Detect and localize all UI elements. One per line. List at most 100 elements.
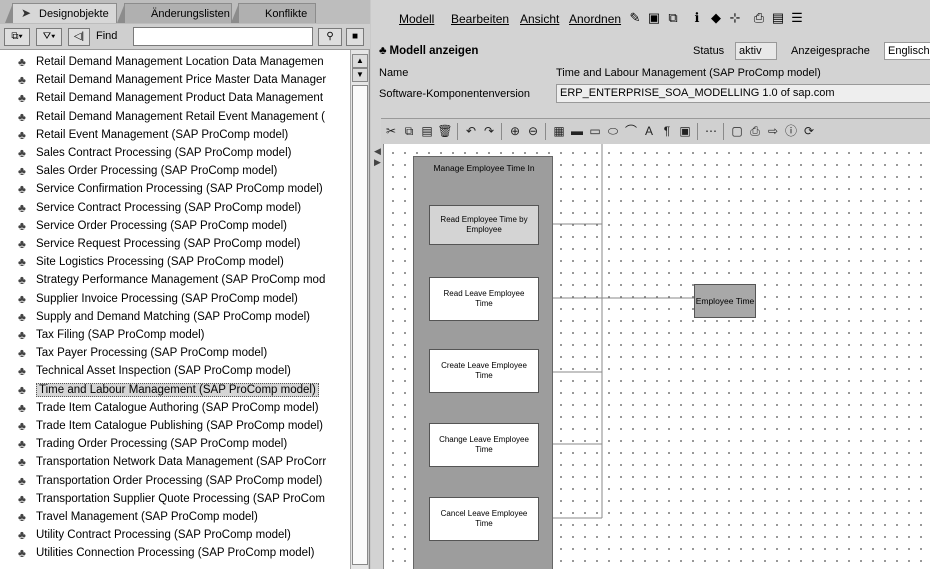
tree-item[interactable]: ♣ Sales Order Processing (SAP ProComp mod… [18, 162, 277, 180]
model-icon: ♣ [18, 237, 26, 251]
stop-icon[interactable]: ■ [346, 28, 364, 46]
tree-item[interactable]: ♣ Service Request Processing (SAP ProComp… [18, 235, 300, 253]
tree-item[interactable]: ♣ Transportation Supplier Quote Processin… [18, 490, 325, 508]
tree-item[interactable]: ♣ Retail Demand Management Product Data M… [18, 89, 323, 107]
paste-icon[interactable]: ▤ [419, 123, 435, 139]
tree-item[interactable]: ♣ Transportation Network Data Management … [18, 453, 326, 471]
print-icon[interactable]: ⎙ [747, 123, 763, 139]
list-icon[interactable]: ☰ [789, 10, 805, 26]
scroll-up-icon[interactable]: ▲ [352, 54, 368, 68]
info-icon[interactable]: ℹ [689, 10, 705, 26]
tree-scrollbar[interactable]: ▲ ▼ [350, 50, 368, 569]
tree-item[interactable]: ♣ Service Order Processing (SAP ProComp m… [18, 217, 287, 235]
connector-icon[interactable]: ⌒ [623, 123, 639, 139]
status-field: aktiv [735, 42, 777, 60]
operation-box[interactable]: Cancel Leave Employee Time [429, 497, 539, 541]
cut-icon[interactable]: ✂ [383, 123, 399, 139]
tree-item-label: Technical Asset Inspection (SAP ProComp … [36, 365, 291, 378]
zoom-out-icon[interactable]: ⊖ [525, 123, 541, 139]
display-language-select[interactable]: Englisch [884, 42, 930, 60]
tree-item[interactable]: ♣ Service Contract Processing (SAP ProCom… [18, 199, 301, 217]
tree-item[interactable]: ♣ Transportation Order Processing (SAP Pr… [18, 472, 322, 490]
edit-pencil-icon[interactable]: ✎ [627, 10, 643, 26]
page-icon[interactable]: ▢ [729, 123, 745, 139]
tree-item[interactable]: ♣ Travel Management (SAP ProComp model) [18, 508, 258, 526]
menu-anordnen[interactable]: Anordnen [569, 12, 621, 26]
rectangle-icon[interactable]: ▬ [569, 123, 585, 139]
tree-item-label: Retail Event Management (SAP ProComp mod… [36, 128, 289, 141]
operation-box[interactable]: Change Leave Employee Time [429, 423, 539, 467]
tree-item[interactable]: ♣ Service Confirmation Processing (SAP Pr… [18, 180, 323, 198]
tree-item[interactable]: ♣ Sales Contract Processing (SAP ProComp … [18, 144, 291, 162]
filter-dropdown-button[interactable]: ⛛▾ [36, 28, 62, 46]
tree-item[interactable]: ♣ Trade Item Catalogue Authoring (SAP Pro… [18, 399, 319, 417]
print-icon[interactable]: ⎙ [751, 10, 767, 26]
model-icon: ♣ [18, 455, 26, 470]
window-icon[interactable]: ▤ [770, 10, 786, 26]
info-icon[interactable]: ⓘ [783, 123, 799, 139]
copy-icon[interactable]: ⧉ [665, 10, 681, 26]
hierarchy-icon[interactable]: ⊹ [727, 10, 743, 26]
group-icon[interactable]: ▣ [677, 123, 693, 139]
tree-item-label: Sales Contract Processing (SAP ProComp m… [36, 147, 292, 159]
tab-designobjekte[interactable]: ➤ Designobjekte [5, 3, 117, 23]
tree-item[interactable]: ♣ Utility Contract Processing (SAP ProCom… [18, 526, 291, 544]
find-input[interactable] [133, 27, 313, 46]
tab-konflikte[interactable]: Konflikte [231, 3, 316, 23]
tree-item[interactable]: ♣ Site Logistics Processing (SAP ProComp … [18, 253, 284, 271]
menu-modell[interactable]: Modell [399, 12, 434, 26]
expand-arrow-icon[interactable]: ◀ ▶ [374, 146, 384, 167]
save-icon[interactable]: ▣ [646, 10, 662, 26]
tree-item[interactable]: ♣ Retail Demand Management Retail Event M… [18, 108, 325, 126]
rounded-rect-icon[interactable]: ▭ [587, 123, 603, 139]
tree-item[interactable]: ♣ Retail Demand Management Location Data … [18, 53, 324, 71]
diagram-canvas[interactable]: ◀ ▶ Manage Employee Time In Read Employee… [374, 144, 930, 569]
service-interface-pool[interactable]: Manage Employee Time In Read Employee Ti… [413, 156, 553, 569]
navigation-dropdown-button[interactable]: ⧉▾ [4, 28, 30, 46]
copy-icon[interactable]: ⧉ [401, 123, 417, 139]
refresh-icon[interactable]: ⟳ [801, 123, 817, 139]
select-icon[interactable]: ▦ [551, 123, 567, 139]
diagram-toolbar: ✂ ⧉ ▤ 🗑 ↶ ↷ ⊕ ⊖ ▦ ▬ ▭ ⬭ ⌒ A ¶ ▣ ⋯ ▢ ⎙ ⇨ … [381, 118, 930, 144]
delete-icon[interactable]: 🗑 [437, 123, 453, 139]
tab-aenderungslisten[interactable]: Änderungslisten [117, 3, 232, 23]
model-icon: ♣ [18, 546, 26, 561]
grid-icon[interactable]: ⋯ [703, 123, 719, 139]
tree-item[interactable]: ♣ Strategy Performance Management (SAP Pr… [18, 271, 325, 289]
tree-item[interactable]: ♣ Utilities Connection Processing (SAP Pr… [18, 544, 314, 562]
diamond-icon[interactable]: ◆ [708, 10, 724, 26]
export-icon[interactable]: ⇨ [765, 123, 781, 139]
redo-icon[interactable]: ↷ [481, 123, 497, 139]
menu-ansicht[interactable]: Ansicht [520, 12, 559, 26]
tree-item[interactable]: ♣ Retail Demand Management Price Master D… [18, 71, 326, 89]
scroll-down-icon[interactable]: ▼ [352, 68, 368, 82]
find-previous-icon[interactable]: ◁| [68, 28, 90, 46]
tree-item[interactable]: ♣ Retail Event Management (SAP ProComp mo… [18, 126, 288, 144]
business-object-box[interactable]: Employee Time [694, 284, 756, 318]
tree-item-label: Service Contract Processing (SAP ProComp… [36, 201, 302, 214]
tree-item[interactable]: ♣ Technical Asset Inspection (SAP ProComp… [18, 362, 291, 380]
tree-item[interactable]: ♣ Supply and Demand Matching (SAP ProComp… [18, 308, 310, 326]
tree-item[interactable]: ♣ Time and Labour Management (SAP ProComp… [18, 381, 319, 399]
label-icon[interactable]: ¶ [659, 123, 675, 139]
operation-box[interactable]: Read Leave Employee Time [429, 277, 539, 321]
binoculars-icon[interactable]: ⚲ [318, 28, 342, 46]
tree-item-label: Tax Payer Processing (SAP ProComp model) [36, 347, 268, 360]
tree-item[interactable]: ♣ Tax Payer Processing (SAP ProComp model… [18, 344, 267, 362]
operation-box[interactable]: Read Employee Time by Employee [429, 205, 539, 245]
model-icon: ♣ [18, 473, 26, 488]
operation-box[interactable]: Create Leave Employee Time [429, 349, 539, 393]
tree-item[interactable]: ♣ Trade Item Catalogue Publishing (SAP Pr… [18, 417, 323, 435]
undo-icon[interactable]: ↶ [463, 123, 479, 139]
object-tree: ♣ Retail Demand Management Location Data … [0, 50, 350, 569]
scroll-thumb[interactable] [352, 85, 368, 565]
text-icon[interactable]: A [641, 123, 657, 139]
ellipse-icon[interactable]: ⬭ [605, 123, 621, 139]
menu-bearbeiten[interactable]: Bearbeiten [451, 12, 509, 26]
tree-item[interactable]: ♣ Supplier Invoice Processing (SAP ProCom… [18, 290, 298, 308]
find-label: Find [96, 30, 118, 42]
zoom-in-icon[interactable]: ⊕ [507, 123, 523, 139]
tree-item[interactable]: ♣ Trading Order Processing (SAP ProComp m… [18, 435, 287, 453]
model-icon: ♣ [18, 400, 26, 415]
tree-item[interactable]: ♣ Tax Filing (SAP ProComp model) [18, 326, 205, 344]
